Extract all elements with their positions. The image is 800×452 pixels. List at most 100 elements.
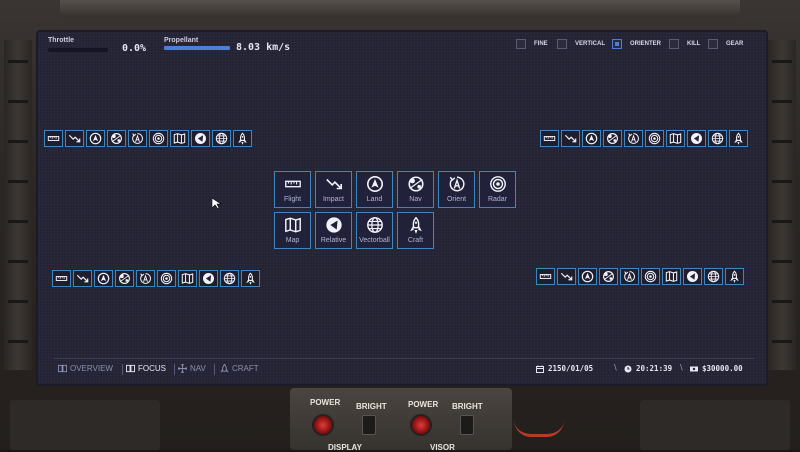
strip-button-map[interactable] <box>178 270 197 287</box>
strip-button-vectorball[interactable] <box>704 268 723 285</box>
strip-button-vectorball[interactable] <box>212 130 231 147</box>
map-icon <box>669 133 682 144</box>
strip-button-radar[interactable] <box>149 130 168 147</box>
icon-strip-top-right <box>540 130 750 147</box>
strip-button-craft[interactable] <box>233 130 252 147</box>
grid-button-relative[interactable]: Relative <box>315 212 352 249</box>
power-label: POWER <box>408 400 439 409</box>
grid-button-impact[interactable]: Impact <box>315 171 352 208</box>
strip-button-radar[interactable] <box>157 270 176 287</box>
strip-button-land[interactable] <box>86 130 105 147</box>
grid-button-orient[interactable]: Orient <box>438 171 475 208</box>
grid-button-map[interactable]: Map <box>274 212 311 249</box>
grid-button-vectorball[interactable]: Vectorball <box>356 212 393 249</box>
strip-button-relative[interactable] <box>191 130 210 147</box>
nav-icon <box>111 133 122 144</box>
strip-button-radar[interactable] <box>641 268 660 285</box>
grid-button-craft[interactable]: Craft <box>397 212 434 249</box>
frame-top-bezel <box>60 0 740 18</box>
strip-button-craft[interactable] <box>241 270 260 287</box>
grid-button-flight[interactable]: Flight <box>274 171 311 208</box>
bright-switch[interactable] <box>362 415 376 435</box>
toggle-label: VERTICAL <box>575 41 605 47</box>
strip-button-ruler[interactable] <box>536 268 555 285</box>
strip-button-vectorball[interactable] <box>708 130 727 147</box>
strip-button-map[interactable] <box>666 130 685 147</box>
visor-label: VISOR <box>430 443 455 452</box>
map-icon <box>285 217 301 233</box>
strip-button-nav[interactable] <box>107 130 126 147</box>
bright-label: BRIGHT <box>356 402 387 411</box>
strip-button-orient[interactable] <box>136 270 155 287</box>
tab-nav[interactable]: NAV <box>178 364 206 373</box>
strip-button-map[interactable] <box>170 130 189 147</box>
calendar-icon <box>536 365 544 373</box>
strip-button-ruler[interactable] <box>44 130 63 147</box>
strip-button-vectorball[interactable] <box>220 270 239 287</box>
tab-focus[interactable]: FOCUS <box>126 364 166 373</box>
toggle-fine[interactable]: FINE <box>516 39 548 49</box>
divider <box>122 364 123 375</box>
nav-icon <box>607 133 618 144</box>
power-button[interactable] <box>410 414 432 436</box>
strip-button-nav[interactable] <box>603 130 622 147</box>
tab-craft[interactable]: CRAFT <box>220 364 259 373</box>
strip-button-land[interactable] <box>578 268 597 285</box>
land-icon <box>366 175 384 193</box>
orient-icon <box>628 133 639 144</box>
strip-button-ruler[interactable] <box>540 130 559 147</box>
grid-button-land[interactable]: Land <box>356 171 393 208</box>
tab-label: CRAFT <box>232 364 259 373</box>
grid-button-label: Flight <box>283 196 302 203</box>
strip-button-orient[interactable] <box>624 130 643 147</box>
strip-button-radar[interactable] <box>645 130 664 147</box>
bright-label: BRIGHT <box>452 402 483 411</box>
throttle-bar <box>48 48 108 52</box>
checkbox[interactable] <box>557 39 567 49</box>
strip-button-land[interactable] <box>582 130 601 147</box>
display-panel: POWER BRIGHT DISPLAY <box>290 388 390 452</box>
strip-button-nav[interactable] <box>115 270 134 287</box>
ruler-icon <box>543 136 556 141</box>
grid-button-nav[interactable]: Nav <box>397 171 434 208</box>
strip-button-trend-down[interactable] <box>73 270 92 287</box>
toggle-vertical[interactable]: VERTICAL <box>557 39 605 49</box>
strip-button-relative[interactable] <box>199 270 218 287</box>
divider <box>214 364 215 375</box>
relative-icon <box>686 270 699 283</box>
date-readout: 2150/01/05 <box>536 364 593 373</box>
strip-button-trend-down[interactable] <box>65 130 84 147</box>
toggle-gear[interactable]: GEAR <box>708 39 743 49</box>
tab-overview[interactable]: OVERVIEW <box>58 364 113 373</box>
propellant-value: 8.03 km/s <box>236 42 291 53</box>
strip-button-orient[interactable] <box>128 130 147 147</box>
toggle-kill[interactable]: KILL <box>669 39 700 49</box>
relative-icon <box>194 132 207 145</box>
ruler-icon <box>55 276 68 281</box>
strip-button-craft[interactable] <box>725 268 744 285</box>
strip-button-trend-down[interactable] <box>557 268 576 285</box>
strip-button-orient[interactable] <box>620 268 639 285</box>
strip-button-craft[interactable] <box>729 130 748 147</box>
strip-button-trend-down[interactable] <box>561 130 580 147</box>
checkbox[interactable] <box>612 39 622 49</box>
move-arrows-icon <box>178 364 187 373</box>
strip-button-relative[interactable] <box>687 130 706 147</box>
trend-down-icon <box>76 274 89 283</box>
strip-button-nav[interactable] <box>599 268 618 285</box>
strip-button-map[interactable] <box>662 268 681 285</box>
bright-switch[interactable] <box>460 415 474 435</box>
money-icon <box>690 366 698 371</box>
map-icon <box>173 133 186 144</box>
strip-button-land[interactable] <box>94 270 113 287</box>
grid-button-radar[interactable]: Radar <box>479 171 516 208</box>
strip-button-ruler[interactable] <box>52 270 71 287</box>
toggle-orienter[interactable]: ORIENTER <box>612 39 661 49</box>
tab-label: OVERVIEW <box>70 364 113 373</box>
strip-button-relative[interactable] <box>683 268 702 285</box>
checkbox[interactable] <box>516 39 526 49</box>
checkbox[interactable] <box>669 39 679 49</box>
checkbox[interactable] <box>708 39 718 49</box>
power-button[interactable] <box>312 414 334 436</box>
grid-button-label: Craft <box>407 237 424 244</box>
